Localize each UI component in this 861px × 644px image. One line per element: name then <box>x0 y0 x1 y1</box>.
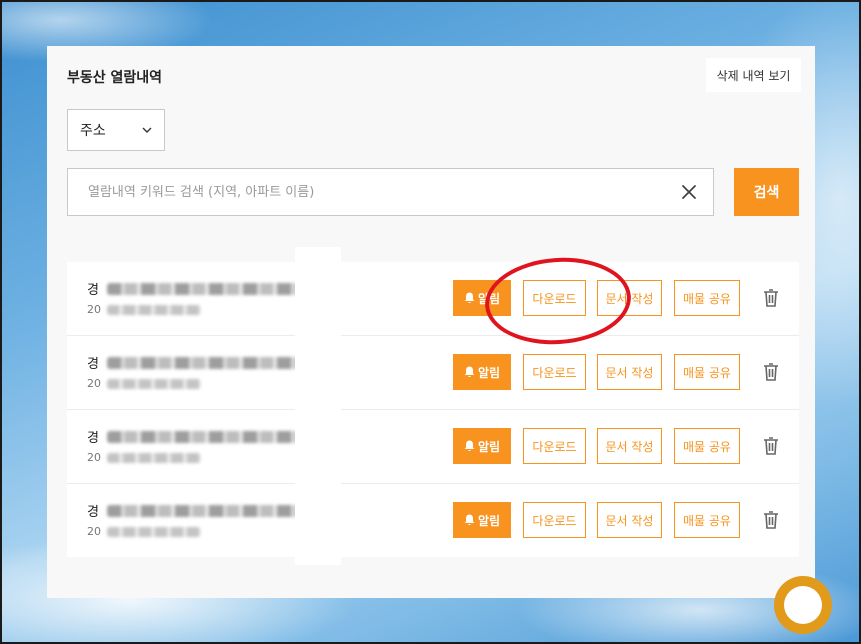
history-list: 경 20 알림 다운로드 문서 작성 매물 공유 경 20 알림 다운로드 문서… <box>67 262 799 557</box>
close-icon <box>682 185 696 199</box>
redacted-address <box>107 283 299 295</box>
trash-icon[interactable] <box>763 437 779 455</box>
redacted-address <box>107 431 299 443</box>
record-address: 경 <box>87 357 99 372</box>
download-button[interactable]: 다운로드 <box>523 354 586 390</box>
write-document-button[interactable]: 문서 작성 <box>597 428 662 464</box>
record-date: 20 <box>87 451 101 464</box>
write-document-button[interactable]: 문서 작성 <box>597 280 662 316</box>
alarm-button[interactable]: 알림 <box>453 428 511 464</box>
write-document-button[interactable]: 문서 작성 <box>597 354 662 390</box>
trash-icon[interactable] <box>763 289 779 307</box>
download-button[interactable]: 다운로드 <box>523 502 586 538</box>
download-button[interactable]: 다운로드 <box>523 280 586 316</box>
download-button[interactable]: 다운로드 <box>523 428 586 464</box>
bell-icon <box>464 440 475 451</box>
alarm-label: 알림 <box>477 439 501 454</box>
view-history-panel: 부동산 열람내역 삭제 내역 보기 주소 검색 경 20 알림 다운로드 문서 … <box>47 46 815 598</box>
alarm-label: 알림 <box>477 513 501 528</box>
record-date: 20 <box>87 377 101 390</box>
list-item: 경 20 알림 다운로드 문서 작성 매물 공유 <box>67 262 799 336</box>
clear-search-button[interactable] <box>665 169 713 215</box>
chevron-down-icon <box>142 127 152 133</box>
search-box <box>67 168 714 216</box>
redacted-date <box>107 453 201 463</box>
alarm-button[interactable]: 알림 <box>453 280 511 316</box>
filter-select[interactable]: 주소 <box>67 109 165 151</box>
redacted-address <box>107 505 299 517</box>
redacted-date <box>107 379 201 389</box>
trash-icon[interactable] <box>763 511 779 529</box>
record-date: 20 <box>87 303 101 316</box>
list-item: 경 20 알림 다운로드 문서 작성 매물 공유 <box>67 484 799 557</box>
bell-icon <box>464 514 475 525</box>
alarm-label: 알림 <box>477 365 501 380</box>
redacted-date <box>107 527 201 537</box>
share-listing-button[interactable]: 매물 공유 <box>674 502 740 538</box>
bell-icon <box>464 292 475 303</box>
floating-action-button[interactable] <box>774 576 832 634</box>
share-listing-button[interactable]: 매물 공유 <box>674 354 740 390</box>
record-address: 경 <box>87 505 99 520</box>
redaction-strip <box>295 247 341 565</box>
record-address: 경 <box>87 283 99 298</box>
list-item: 경 20 알림 다운로드 문서 작성 매물 공유 <box>67 410 799 484</box>
page-title: 부동산 열람내역 <box>67 70 163 86</box>
search-button[interactable]: 검색 <box>734 168 799 216</box>
trash-icon[interactable] <box>763 363 779 381</box>
search-input[interactable] <box>68 169 665 215</box>
record-date: 20 <box>87 525 101 538</box>
redacted-date <box>107 305 201 315</box>
bell-icon <box>464 366 475 377</box>
alarm-label: 알림 <box>477 291 501 306</box>
deleted-history-button[interactable]: 삭제 내역 보기 <box>706 58 801 92</box>
alarm-button[interactable]: 알림 <box>453 502 511 538</box>
share-listing-button[interactable]: 매물 공유 <box>674 280 740 316</box>
redacted-address <box>107 357 299 369</box>
share-listing-button[interactable]: 매물 공유 <box>674 428 740 464</box>
filter-select-value: 주소 <box>80 123 106 139</box>
list-item: 경 20 알림 다운로드 문서 작성 매물 공유 <box>67 336 799 410</box>
alarm-button[interactable]: 알림 <box>453 354 511 390</box>
record-address: 경 <box>87 431 99 446</box>
write-document-button[interactable]: 문서 작성 <box>597 502 662 538</box>
